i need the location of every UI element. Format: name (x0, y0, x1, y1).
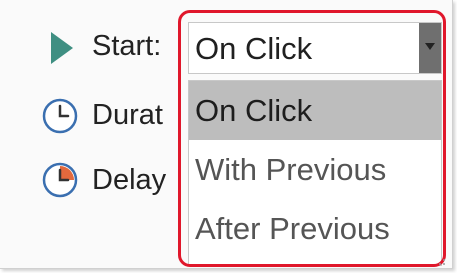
start-select[interactable]: On Click (188, 22, 442, 74)
option-on-click[interactable]: On Click (189, 81, 441, 140)
delay-label: Delay (92, 164, 167, 196)
option-with-previous[interactable]: With Previous (189, 140, 441, 199)
option-after-previous[interactable]: After Previous (189, 199, 441, 258)
start-options-list: On Click With Previous After Previous (188, 80, 442, 266)
dropdown-arrow-icon (425, 43, 435, 50)
start-select-arrow-button[interactable] (419, 23, 441, 73)
start-select-value: On Click (195, 31, 313, 66)
delay-clock-icon (42, 162, 78, 198)
play-triangle-icon (51, 32, 73, 64)
duration-label: Durat (92, 99, 163, 131)
animation-timing-panel: Start: Durat Delay On Click On Click Wit… (0, 0, 453, 269)
clock-icon (42, 98, 78, 134)
start-label: Start: (92, 30, 162, 62)
resize-grip-icon[interactable] (436, 256, 446, 266)
